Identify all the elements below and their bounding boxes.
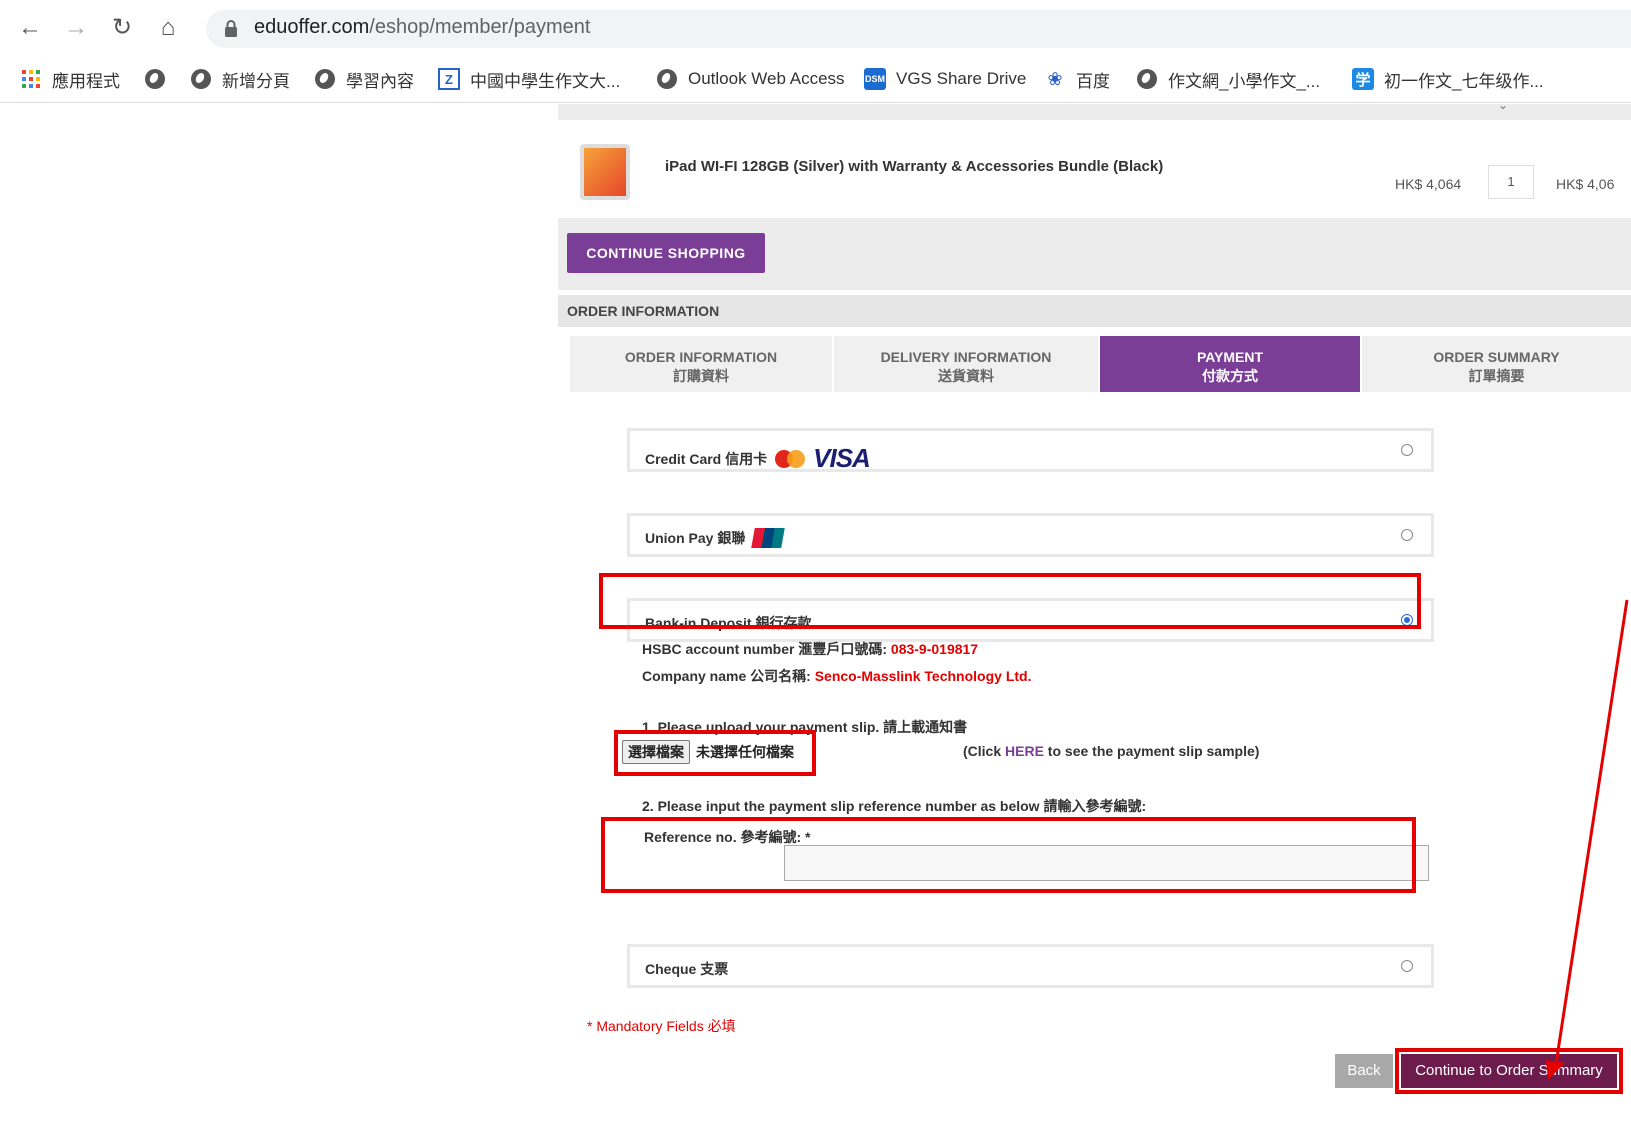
annotation-arrow-icon <box>1546 599 1629 1080</box>
